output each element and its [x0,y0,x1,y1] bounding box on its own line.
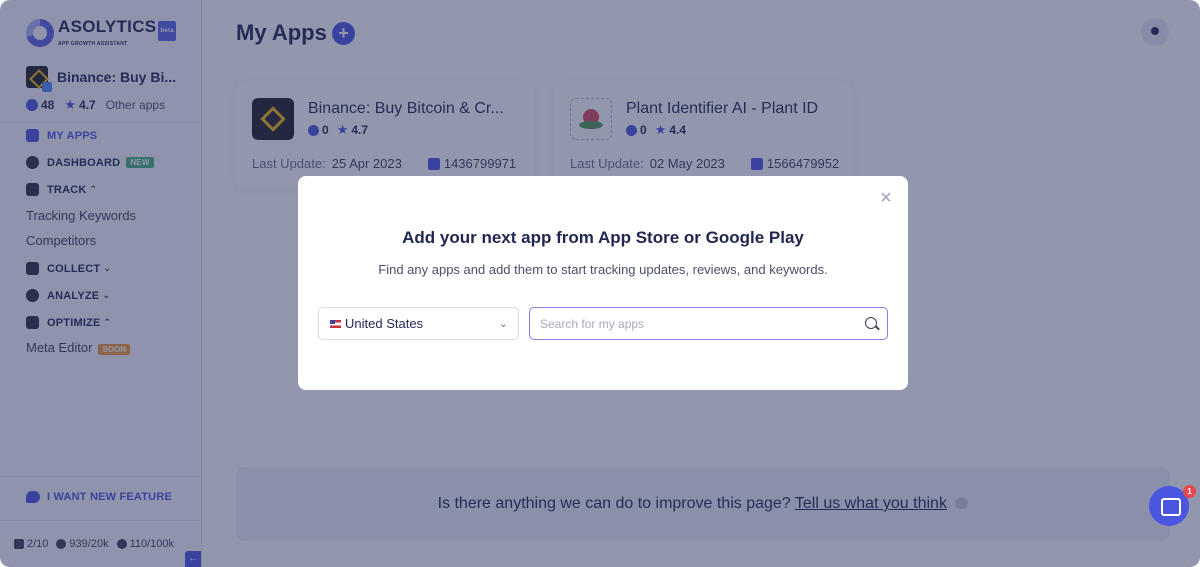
search-icon[interactable] [865,317,877,329]
search-input[interactable] [540,314,850,334]
add-app-modal: × Add your next app from App Store or Go… [298,176,908,390]
us-flag-icon [330,319,341,328]
country-value: United States [345,316,424,331]
chat-notification-badge: 1 [1183,485,1196,498]
close-icon[interactable]: × [878,188,894,208]
country-select[interactable]: United States ⌄ [318,307,519,340]
modal-subtitle: Find any apps and add them to start trac… [378,262,828,277]
search-field[interactable] [529,307,888,340]
modal-title: Add your next app from App Store or Goog… [402,228,804,247]
chevron-down-icon: ⌄ [498,318,508,330]
